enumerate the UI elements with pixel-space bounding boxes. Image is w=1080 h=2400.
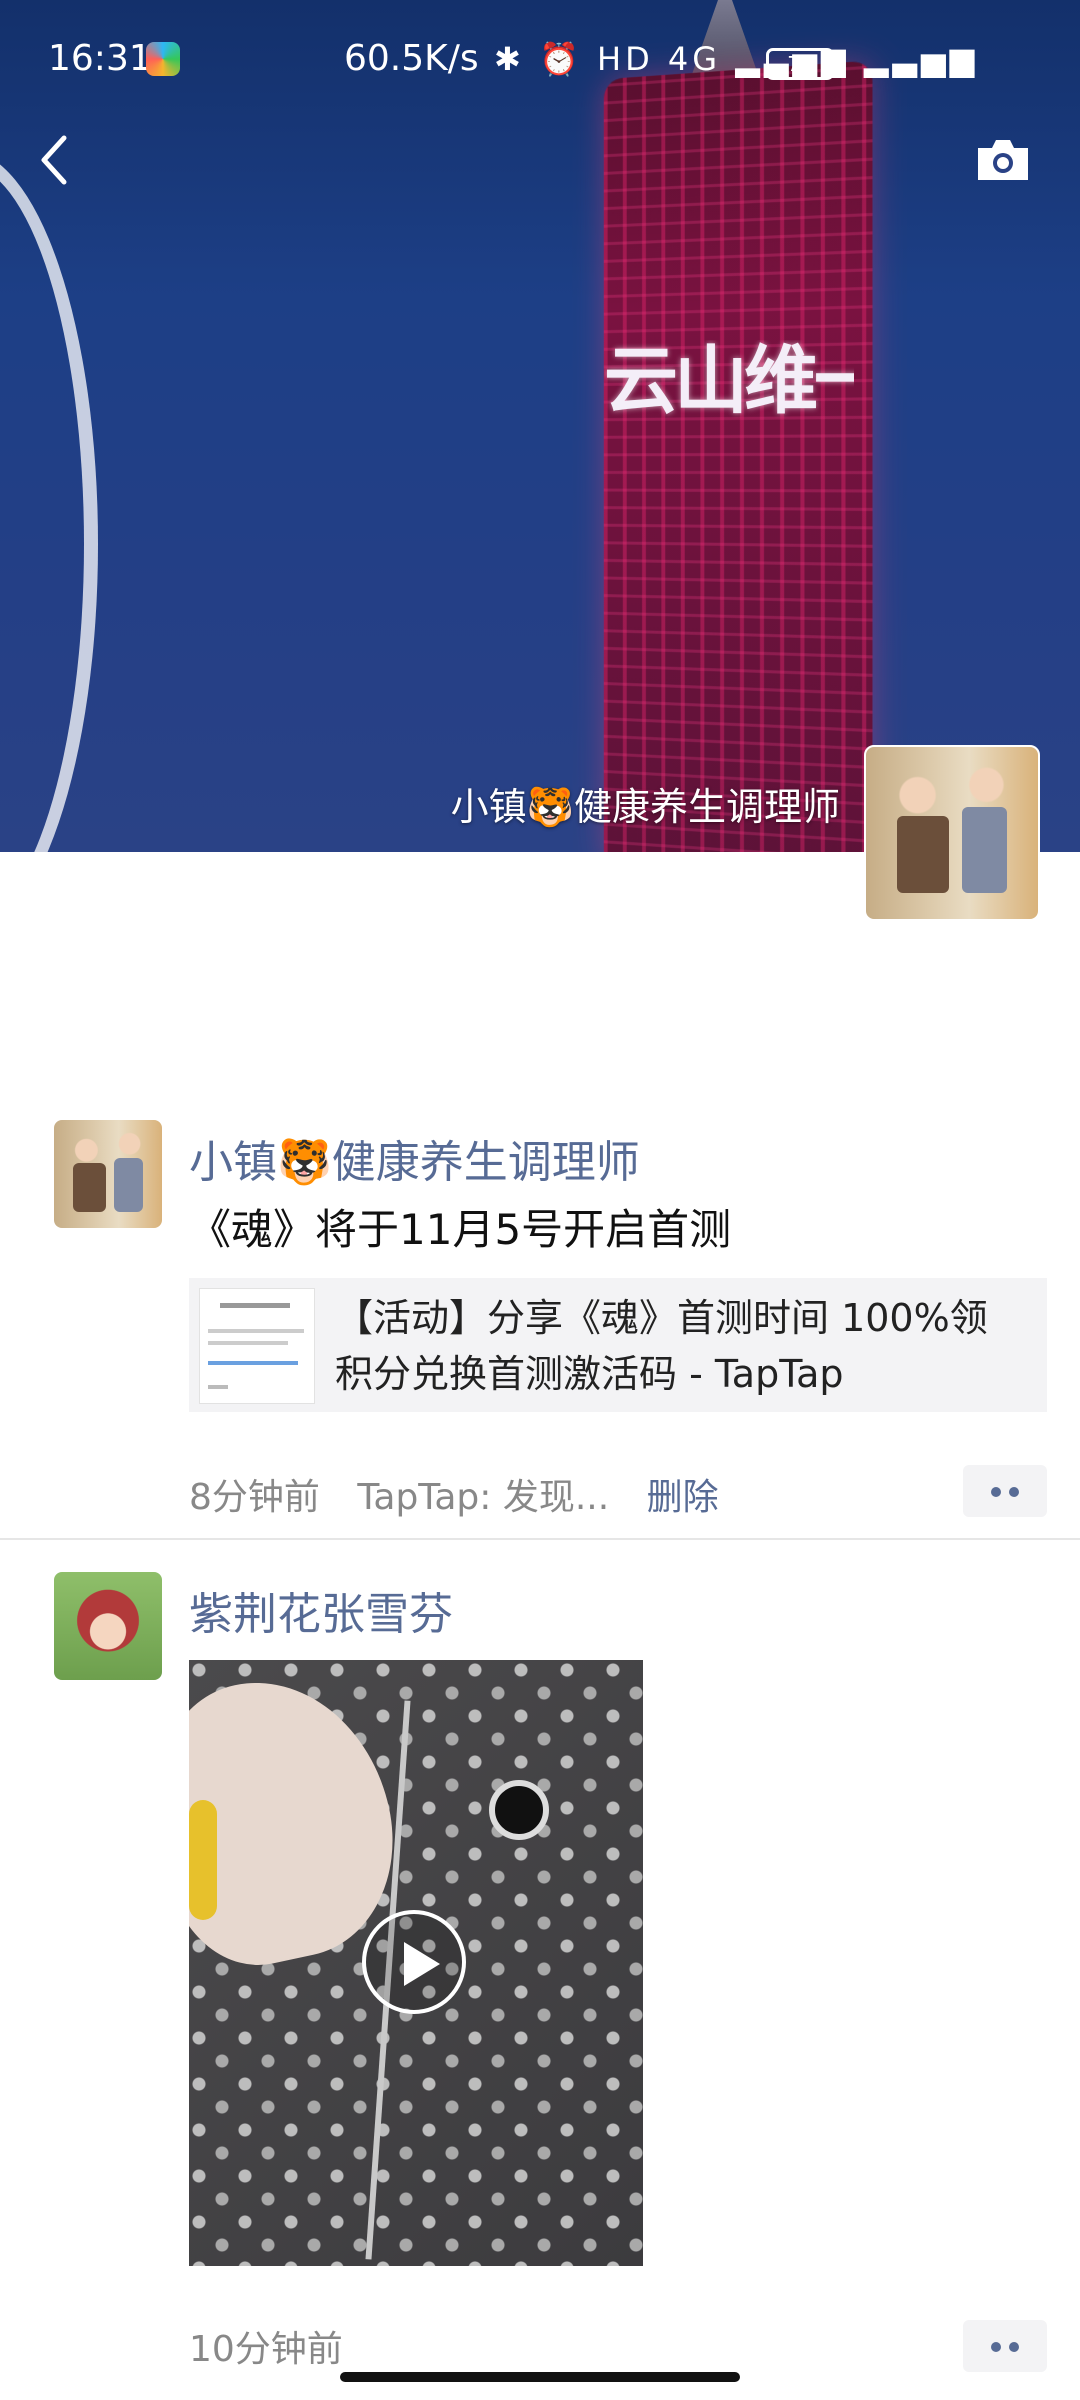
post-time: 10分钟前 bbox=[189, 2329, 343, 2370]
more-actions-button[interactable] bbox=[963, 2320, 1047, 2372]
author-name[interactable]: 小镇🐯健康养生调理师 bbox=[189, 1126, 640, 1190]
cover-arc-decoration bbox=[0, 150, 98, 852]
moment-post: 紫荆花张雪芬 10分钟前 bbox=[0, 1572, 1080, 2372]
network-speed: 60.5K/s bbox=[344, 38, 479, 79]
tower-illustration bbox=[604, 60, 873, 852]
post-meta: 10分钟前 bbox=[189, 2320, 343, 2372]
status-bar: 16:31 60.5K/s ✱ ⏰ HD 4G ▂▃▅▆ ▂▃▅▆ 73 bbox=[0, 30, 1080, 90]
delete-link[interactable]: 删除 bbox=[647, 1477, 719, 1518]
link-title: 【活动】分享《魂》首测时间 100%领积分兑换首测激活码 - TapTap bbox=[335, 1290, 1025, 1402]
tower-led-text: 云山维一 祝贺广药 登世界5 bbox=[604, 340, 854, 422]
notification-app-icon bbox=[146, 42, 180, 76]
dot-icon bbox=[1009, 2342, 1019, 2352]
moment-post: 小镇🐯健康养生调理师 《魂》将于11月5号开启首测 【活动】分享《魂》首测时间 … bbox=[0, 1120, 1080, 1540]
cover-user-name: 小镇🐯健康养生调理师 bbox=[451, 776, 840, 831]
status-icons: ✱ ⏰ HD 4G ▂▃▅▆ ▂▃▅▆ bbox=[494, 40, 978, 78]
shared-link-card[interactable]: 【活动】分享《魂》首测时间 100%领积分兑换首测激活码 - TapTap bbox=[189, 1278, 1047, 1412]
play-icon[interactable] bbox=[362, 1910, 466, 2014]
post-text: 《魂》将于11月5号开启首测 bbox=[189, 1196, 731, 1257]
post-divider bbox=[0, 1538, 1080, 1540]
moments-page: 云山维一 祝贺广药 登世界5 16:31 60.5K/s ✱ ⏰ HD 4G ▂… bbox=[0, 0, 1080, 2400]
more-actions-button[interactable] bbox=[963, 1465, 1047, 1517]
camera-icon bbox=[974, 136, 1032, 184]
chevron-left-icon bbox=[30, 130, 80, 190]
dot-icon bbox=[991, 1487, 1001, 1497]
link-thumbnail bbox=[199, 1288, 315, 1404]
back-button[interactable] bbox=[30, 130, 80, 190]
camera-button[interactable] bbox=[974, 136, 1032, 184]
post-source[interactable]: TapTap: 发现... bbox=[357, 1477, 609, 1518]
author-avatar[interactable] bbox=[54, 1120, 162, 1228]
video-thumbnail[interactable] bbox=[189, 1660, 643, 2266]
dot-icon bbox=[1009, 1487, 1019, 1497]
home-indicator[interactable] bbox=[340, 2372, 740, 2382]
post-time: 8分钟前 bbox=[189, 1477, 320, 1518]
status-time: 16:31 bbox=[48, 38, 152, 79]
my-avatar[interactable] bbox=[864, 745, 1040, 921]
battery-icon: 73 bbox=[766, 48, 834, 80]
post-meta: 8分钟前 TapTap: 发现... 删除 bbox=[189, 1468, 719, 1520]
author-avatar[interactable] bbox=[54, 1572, 162, 1680]
dot-icon bbox=[991, 2342, 1001, 2352]
author-name[interactable]: 紫荆花张雪芬 bbox=[189, 1578, 453, 1642]
cover-image[interactable]: 云山维一 祝贺广药 登世界5 16:31 60.5K/s ✱ ⏰ HD 4G ▂… bbox=[0, 0, 1080, 852]
